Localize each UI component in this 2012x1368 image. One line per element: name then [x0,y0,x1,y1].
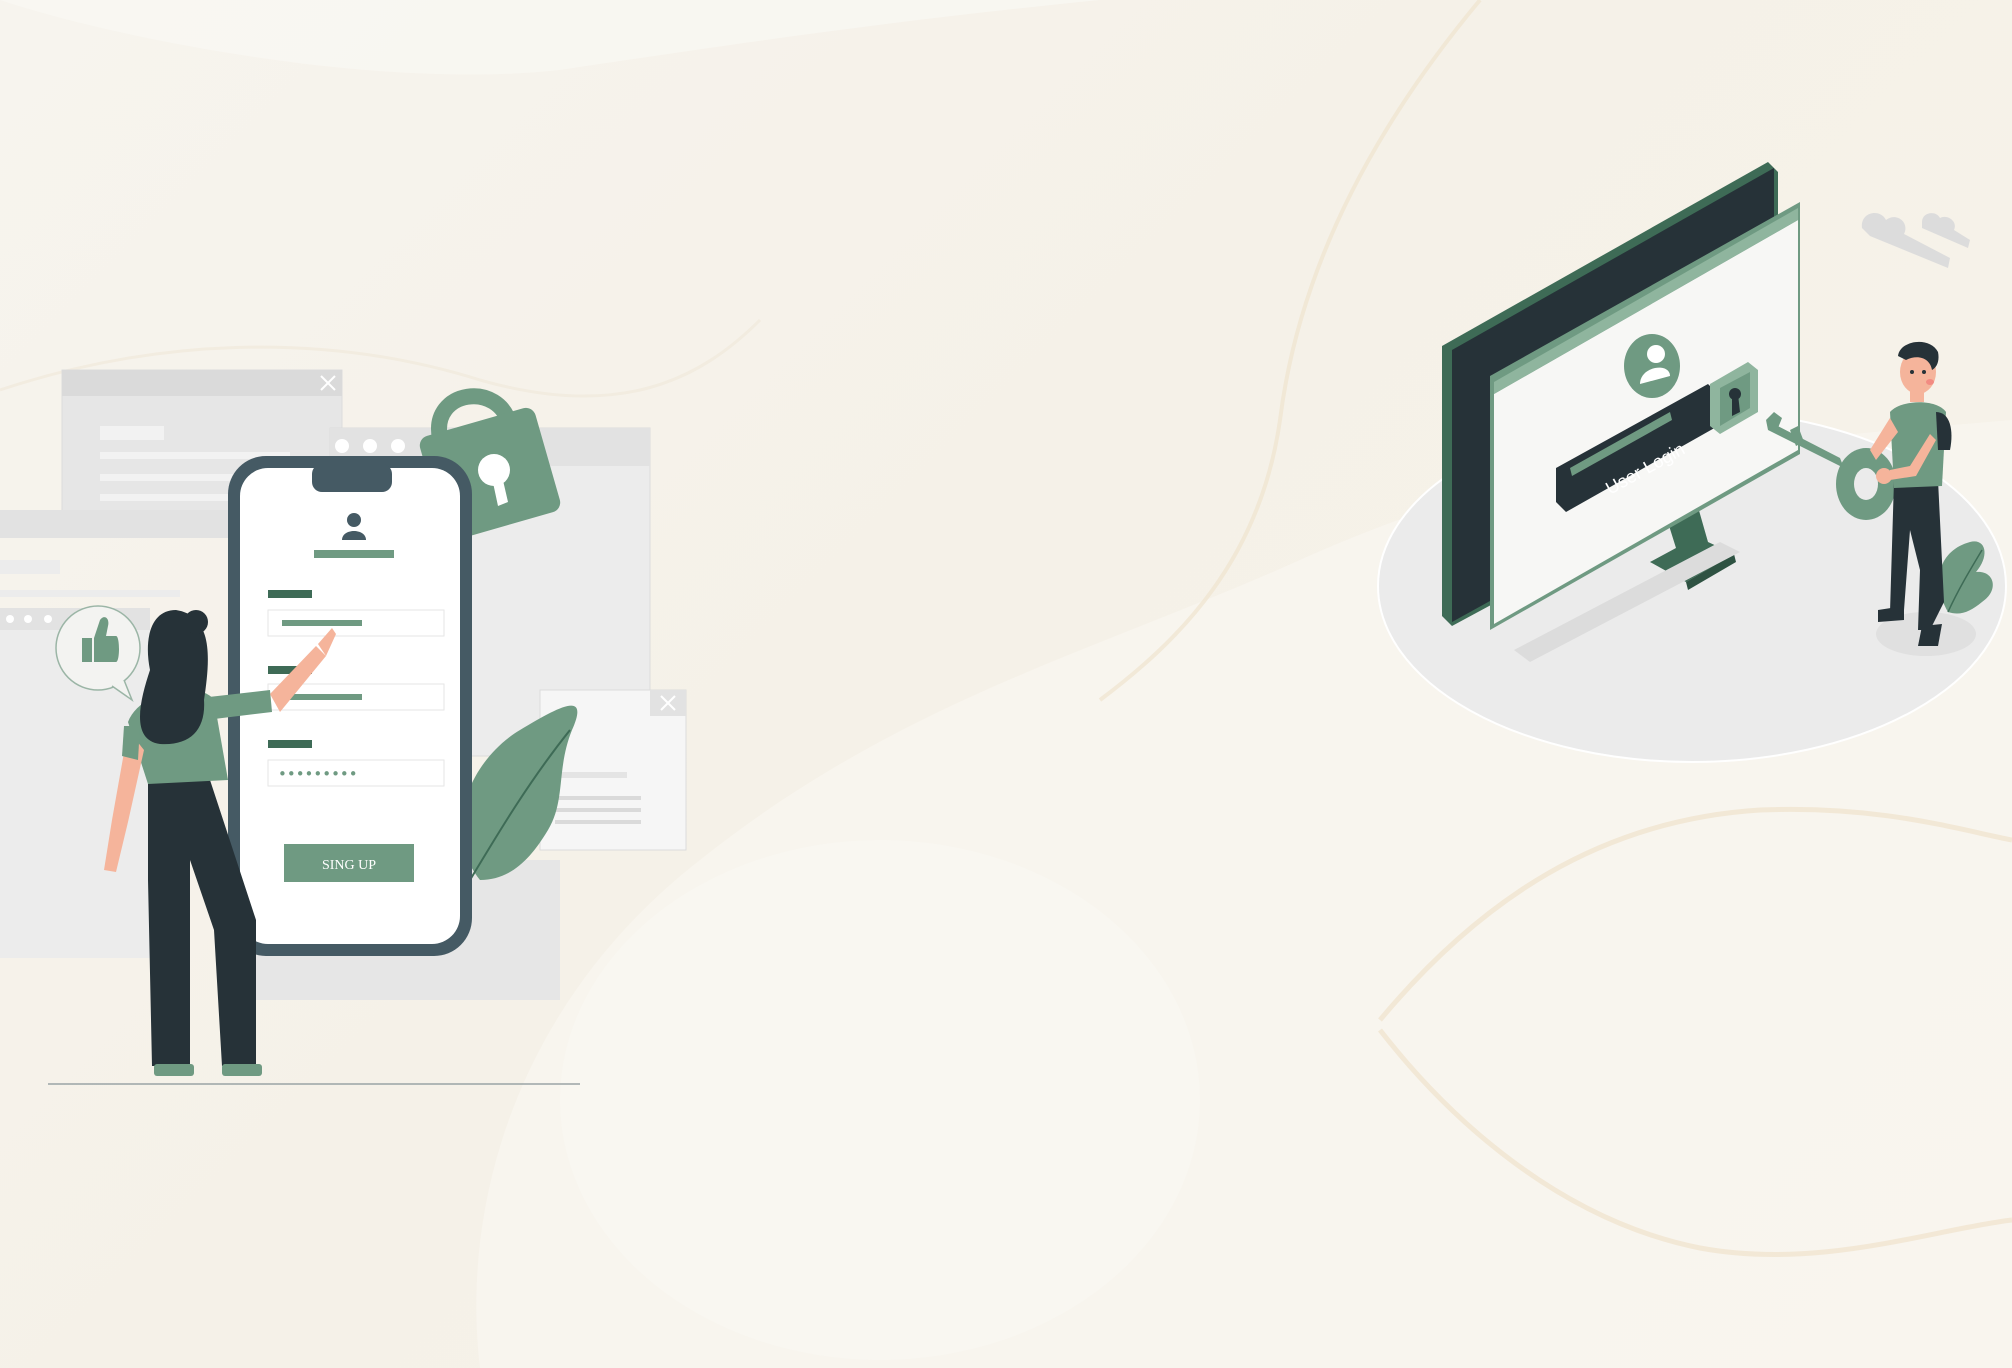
signup-button-label: SING UP [322,858,376,873]
user-icon [1624,334,1680,398]
login-illustration: User Login [1377,162,2007,763]
signup-illustration: ••••••••• SING UP [0,369,687,1085]
cloud-icon [1861,213,1970,268]
password-mask: ••••••••• [278,765,358,783]
login-page: ••••••••• SING UP User Login [0,0,2012,1368]
signup-button: SING UP [284,844,414,882]
